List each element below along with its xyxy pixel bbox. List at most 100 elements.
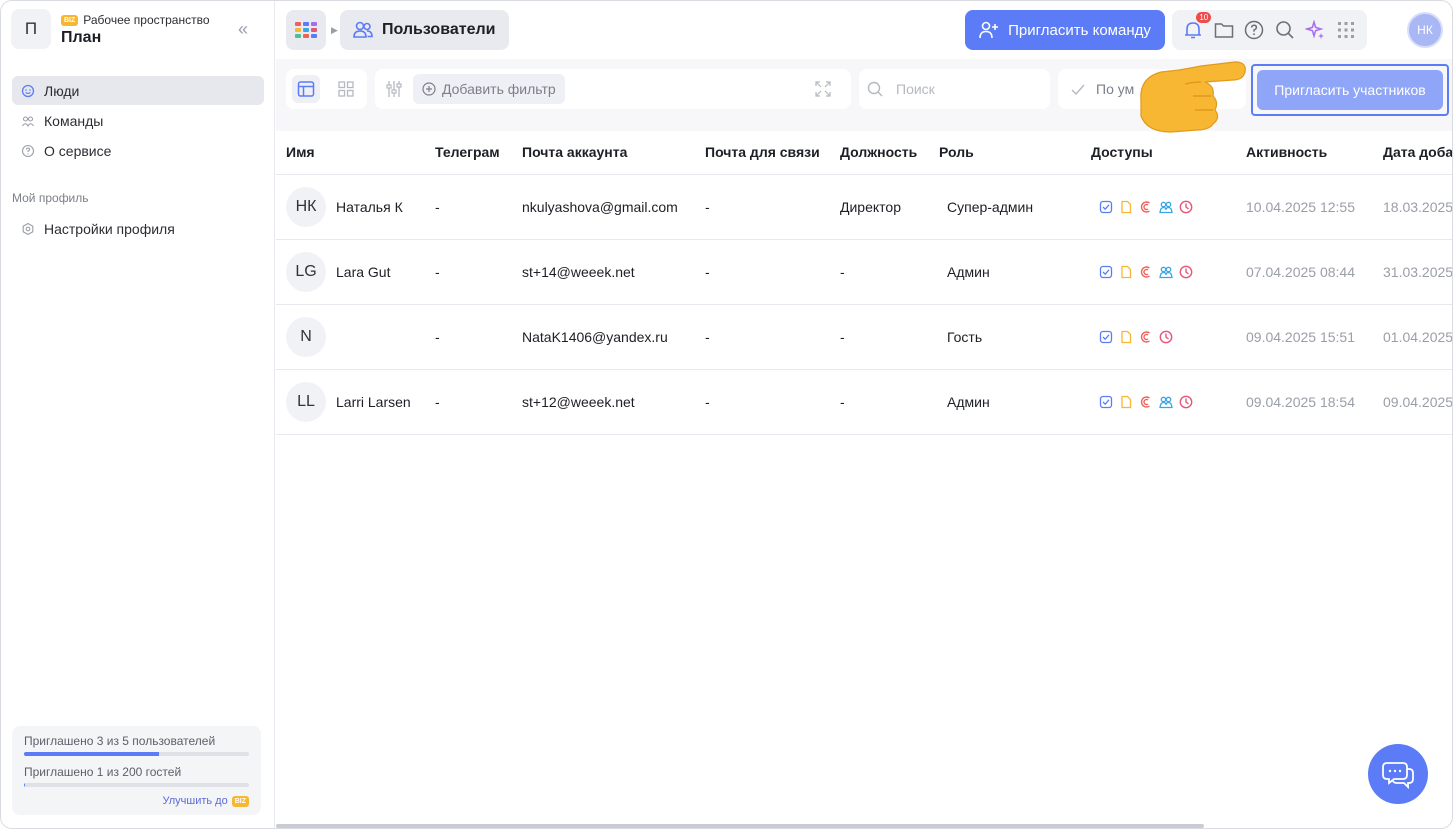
role-cell[interactable]: Гость [929,304,1081,370]
access-cell[interactable] [1081,174,1236,240]
gear-icon [21,222,35,236]
help-icon [21,144,35,158]
avatar[interactable]: N [286,316,326,357]
help-button[interactable] [1242,18,1266,42]
teams-access-icon [1159,265,1173,279]
invite-team-button[interactable]: Пригласить команду [965,10,1165,50]
user-avatar[interactable]: НК [1407,12,1443,48]
column-header-name[interactable]: Имя [276,131,425,175]
search-box[interactable]: Поиск [859,69,1050,109]
table-row[interactable]: N - NataK1406@yandex.ru - - Гость 09.04.… [276,304,1452,370]
modules-button[interactable] [1334,18,1358,42]
search-button[interactable] [1273,18,1297,42]
apps-button[interactable] [286,10,326,50]
column-header-account-email[interactable]: Почта аккаунта [512,131,695,175]
biz-badge: BIZ [231,795,249,807]
contact-email-cell: - [695,304,830,370]
workspace-switcher[interactable]: П BIZ Рабочее пространство План [11,9,265,51]
horizontal-scrollbar[interactable] [276,824,1204,828]
access-cell[interactable] [1081,304,1236,370]
upgrade-link[interactable]: Улучшить до BIZ [162,795,249,807]
top-bar: ▶ Пользователи Пригласить команду 10 НК [276,1,1452,59]
role-cell[interactable]: Админ [929,239,1081,305]
guests-quota-bar [24,783,249,787]
invite-members-button[interactable]: Пригласить участников [1257,70,1443,110]
profile-section-title: Мой профиль [12,191,89,205]
filter-bar: Добавить фильтр [375,69,851,109]
avatar[interactable]: LL [286,381,326,422]
access-icons [1091,265,1236,279]
time-access-icon [1179,200,1193,214]
workspace-name: План [61,29,102,46]
column-header-contact-email[interactable]: Почта для связи [695,131,830,175]
column-header-date-added[interactable]: Дата доба [1373,131,1452,175]
date-added-cell: 01.04.2025 [1373,304,1452,370]
docs-access-icon [1119,200,1133,214]
name-cell: LL Larri Larsen [276,369,425,435]
account-email-cell: nkulyashova@gmail.com [512,174,695,240]
team-icon [21,114,35,128]
smile-icon [21,84,35,98]
activity-cell: 09.04.2025 15:51 [1236,304,1373,370]
position-cell: - [830,304,929,370]
sort-label: По ум [1096,81,1135,97]
role-cell[interactable]: Супер-админ [929,174,1081,240]
add-user-icon [979,21,999,39]
table-toolbar: Добавить фильтр Поиск По ум Пригласить у… [276,59,1452,133]
sidebar-item-about[interactable]: О сервисе [12,136,264,165]
table-view-icon [297,81,315,97]
sidebar-item-teams[interactable]: Команды [12,106,264,135]
docs-access-icon [1119,330,1133,344]
table-view-button[interactable] [292,75,320,103]
access-cell[interactable] [1081,239,1236,305]
search-input[interactable]: Поиск [896,81,935,97]
column-header-access[interactable]: Доступы [1081,131,1236,175]
account-email-cell: st+12@weeek.net [512,369,695,435]
check-icon [1071,83,1085,99]
add-filter-button[interactable]: Добавить фильтр [413,74,565,104]
ai-button[interactable] [1303,18,1327,42]
support-chat-button[interactable] [1368,744,1428,804]
avatar[interactable]: НК [286,186,326,227]
user-name: Наталья К [336,198,403,215]
collapse-sidebar-icon[interactable]: « [238,20,248,38]
contact-email-cell: - [695,369,830,435]
notifications-button[interactable]: 10 [1181,12,1212,42]
sidebar-item-profile-settings[interactable]: Настройки профиля [12,214,264,243]
search-icon [1275,21,1294,39]
role-cell[interactable]: Админ [929,369,1081,435]
avatar[interactable]: LG [286,251,326,292]
table-row[interactable]: LG Lara Gut - st+14@weeek.net - - Админ … [276,239,1452,305]
table-row[interactable]: НК Наталья К - nkulyashova@gmail.com - Д… [276,174,1452,240]
column-header-activity[interactable]: Активность [1236,131,1373,175]
column-header-role[interactable]: Роль [929,131,1081,175]
telegram-cell: - [425,369,512,435]
grid-view-button[interactable] [332,75,360,103]
access-cell[interactable] [1081,369,1236,435]
name-cell: N [276,304,425,370]
table-row[interactable]: LL Larri Larsen - st+12@weeek.net - - Ад… [276,369,1452,435]
workspace-avatar[interactable]: П [11,9,51,49]
guests-quota-text: Приглашено 1 из 200 гостей [24,765,182,779]
time-access-icon [1179,265,1193,279]
folder-icon [1214,23,1233,38]
column-header-telegram[interactable]: Телеграм [425,131,512,175]
breadcrumb[interactable]: Пользователи [340,10,510,50]
page-title: Пользователи [382,21,496,38]
files-button[interactable] [1212,18,1236,42]
name-cell: НК Наталья К [276,174,425,240]
upgrade-label: Улучшить до [162,795,228,807]
telegram-cell: - [425,174,512,240]
expand-icon[interactable] [815,81,831,100]
sidebar-item-label: Команды [44,112,104,129]
users-icon [353,21,373,38]
top-actions: 10 [1172,10,1367,50]
invite-team-label: Пригласить команду [1008,21,1151,39]
crm-access-icon [1139,265,1153,279]
crm-access-icon [1139,330,1153,344]
column-header-position[interactable]: Должность [830,131,929,175]
filter-settings-icon[interactable] [385,80,403,101]
view-switcher [286,69,367,109]
invite-members-highlight: Пригласить участников [1251,64,1449,116]
sidebar-item-people[interactable]: Люди [12,76,264,105]
